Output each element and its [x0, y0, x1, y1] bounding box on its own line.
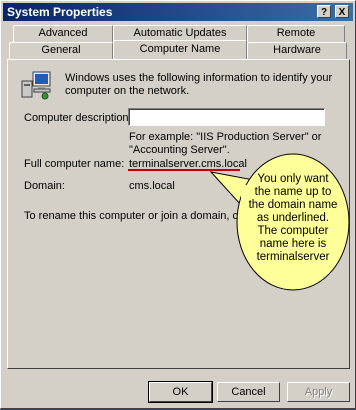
- callout-text: You only want the name up to the domain …: [248, 173, 338, 263]
- system-properties-window: System Properties ? X Advanced Automatic…: [0, 0, 356, 409]
